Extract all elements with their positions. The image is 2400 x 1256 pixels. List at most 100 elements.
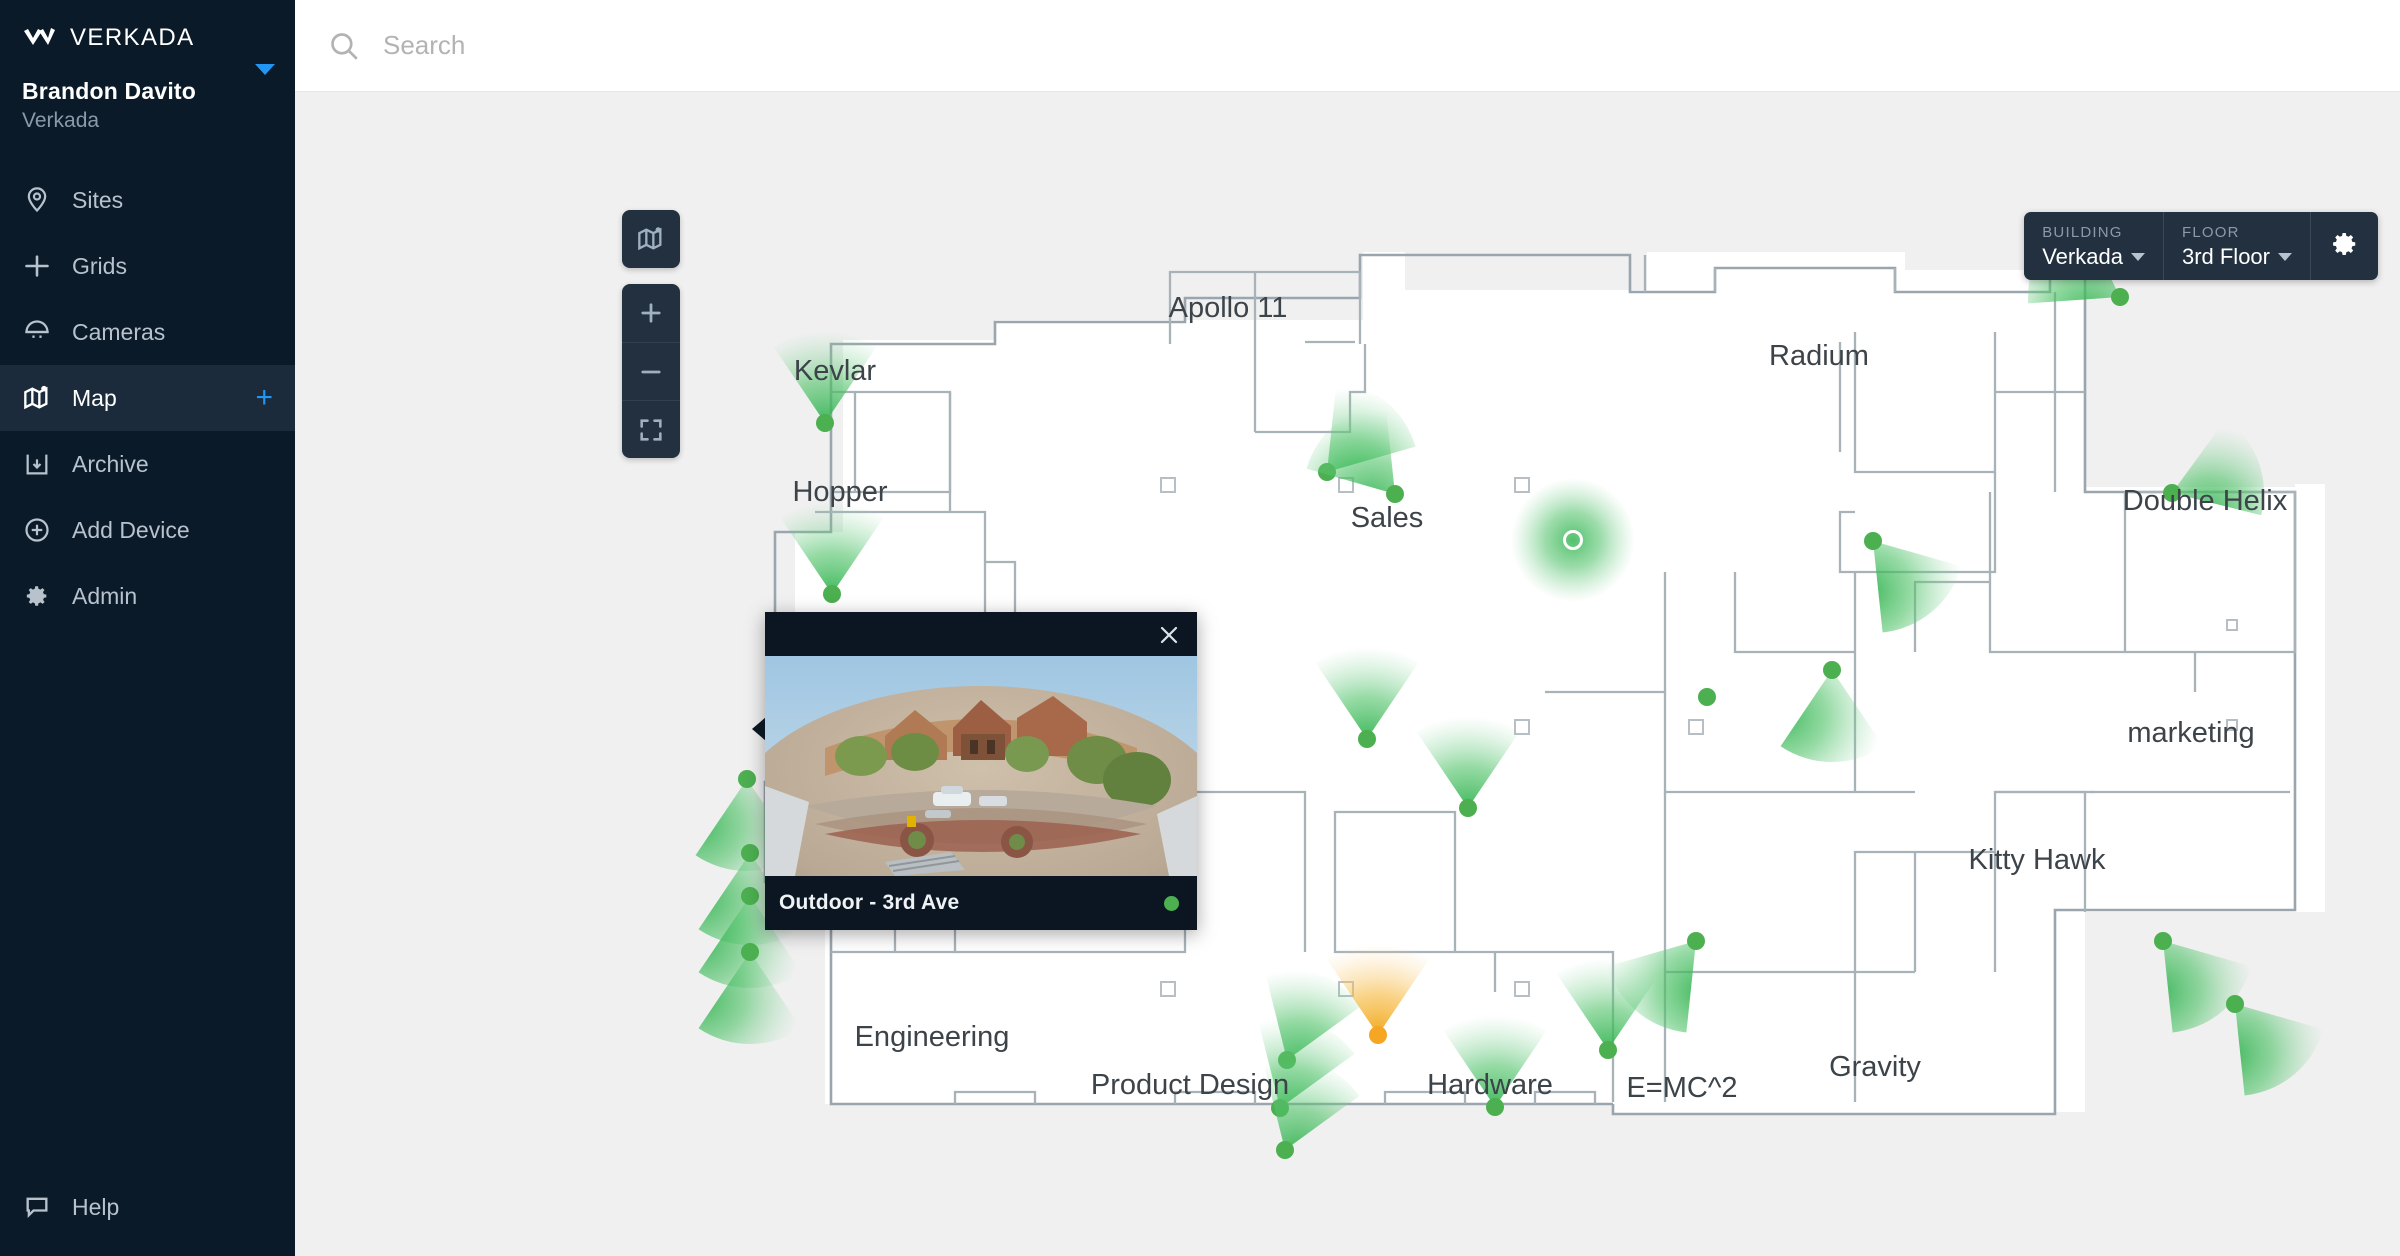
room-label: E=MC^2 <box>1626 1072 1737 1104</box>
search-bar <box>295 0 2400 92</box>
floor-label: FLOOR <box>2181 223 2240 241</box>
fullscreen-button[interactable] <box>622 400 680 458</box>
sidebar-item-map[interactable]: Map + <box>0 365 295 431</box>
sidebar-item-grids[interactable]: Grids <box>0 233 295 299</box>
sidebar-item-archive[interactable]: Archive <box>0 431 295 497</box>
camera-dot[interactable] <box>1459 799 1477 817</box>
camera-dot[interactable] <box>823 585 841 603</box>
camera-dot[interactable] <box>1698 688 1716 706</box>
gear-icon <box>2330 229 2360 264</box>
camera-dot[interactable] <box>1687 932 1705 950</box>
plus-circle-icon <box>22 515 52 545</box>
status-badge <box>1164 895 1179 911</box>
building-value-text: Verkada <box>2042 243 2123 269</box>
camera-marker[interactable] <box>2214 979 2336 1099</box>
building-selector[interactable]: BUILDING Verkada <box>2024 212 2163 280</box>
camera-dot[interactable] <box>738 770 756 788</box>
user-menu[interactable]: Brandon Davito Verkada <box>0 56 295 133</box>
folded-map-icon <box>22 383 52 413</box>
sidebar-item-label: Add Device <box>72 516 190 543</box>
room-label: Kevlar <box>794 355 877 387</box>
map-pin-icon <box>22 185 52 215</box>
room-label: Radium <box>1769 340 1869 372</box>
room-label: Hardware <box>1427 1069 1553 1101</box>
camera-dot[interactable] <box>1599 1041 1617 1059</box>
camera-popup[interactable]: Outdoor - 3rd Ave <box>752 612 1197 930</box>
camera-dot[interactable] <box>1369 1026 1387 1044</box>
camera-dot[interactable] <box>2226 995 2244 1013</box>
camera-dot[interactable] <box>1276 1141 1294 1159</box>
zoom-out-button[interactable] <box>622 342 680 400</box>
camera-dot[interactable] <box>1358 730 1376 748</box>
room-label: Gravity <box>1829 1051 1921 1083</box>
map-layer-button[interactable] <box>622 210 680 268</box>
building-floor-bar: BUILDING Verkada FLOOR 3rd Floor <box>2024 212 2378 280</box>
room-label: marketing <box>2127 717 2254 749</box>
camera-thumbnail[interactable] <box>765 656 1197 876</box>
floor-value-text: 3rd Floor <box>2181 243 2270 269</box>
main-area: Kevlar Hopper Apollo 11 Sales Radium Double H… <box>295 0 2400 1256</box>
search-input[interactable] <box>383 30 1083 61</box>
dome-camera-icon <box>22 317 52 347</box>
sidebar-item-label: Sites <box>72 186 124 213</box>
camera-name: Outdoor - 3rd Ave <box>779 891 960 914</box>
room-label: Kitty Hawk <box>1969 844 2106 876</box>
sidebar-nav: Sites Grids Cameras Map + Archive Add De… <box>0 167 295 629</box>
sidebar: VERKADA Brandon Davito Verkada Sites Gri… <box>0 0 295 1256</box>
gear-icon <box>22 581 52 611</box>
caret-down-icon[interactable] <box>255 64 275 75</box>
sidebar-item-admin[interactable]: Admin <box>0 563 295 629</box>
zoom-controls <box>622 284 680 458</box>
sidebar-item-label: Admin <box>72 582 138 609</box>
plus-icon[interactable]: + <box>255 383 273 413</box>
map-settings-button[interactable] <box>2310 212 2378 280</box>
room-label: Double Helix <box>2123 485 2288 517</box>
sidebar-item-label: Cameras <box>72 318 166 345</box>
map-canvas[interactable]: Kevlar Hopper Apollo 11 Sales Radium Double H… <box>295 92 2400 1256</box>
popup-header <box>765 612 1197 656</box>
room-label: Apollo 11 <box>1169 292 1288 324</box>
sidebar-item-cameras[interactable]: Cameras <box>0 299 295 365</box>
zoom-in-button[interactable] <box>622 284 680 342</box>
room-label: Engineering <box>855 1021 1010 1053</box>
camera-dot[interactable] <box>2111 288 2129 306</box>
sidebar-item-label: Grids <box>72 252 127 279</box>
floor-value: 3rd Floor <box>2182 244 2292 270</box>
camera-dot[interactable] <box>741 887 759 905</box>
chat-bubble-icon <box>22 1192 52 1222</box>
user-name: Brandon Davito <box>22 78 197 104</box>
sidebar-item-sites[interactable]: Sites <box>0 167 295 233</box>
floor-selector[interactable]: FLOOR 3rd Floor <box>2162 212 2310 280</box>
sidebar-item-help[interactable]: Help <box>0 1182 119 1232</box>
sidebar-item-label: Help <box>72 1193 120 1220</box>
app-root: VERKADA Brandon Davito Verkada Sites Gri… <box>0 0 2400 1256</box>
popup-footer: Outdoor - 3rd Ave <box>765 876 1197 930</box>
sidebar-item-add-device[interactable]: Add Device <box>0 497 295 563</box>
camera-dot[interactable] <box>1864 532 1882 550</box>
camera-dot[interactable] <box>1386 485 1404 503</box>
camera-marker[interactable] <box>1698 688 1716 706</box>
building-label: BUILDING <box>2042 223 2123 241</box>
brand[interactable]: VERKADA <box>0 0 295 56</box>
grid-plus-icon <box>22 251 52 281</box>
building-value: Verkada <box>2042 244 2145 270</box>
camera-dot[interactable] <box>2154 932 2172 950</box>
chevron-down-icon[interactable] <box>2130 252 2145 261</box>
camera-dot[interactable] <box>1823 661 1841 679</box>
sidebar-item-label: Map <box>72 384 117 411</box>
camera-dot[interactable] <box>816 414 834 432</box>
chevron-down-icon[interactable] <box>2278 252 2292 261</box>
close-icon[interactable] <box>1155 621 1183 649</box>
archive-box-icon <box>22 449 52 479</box>
popup-pointer-arrow <box>752 717 766 741</box>
sidebar-item-label: Archive <box>72 450 149 477</box>
folded-map-icon[interactable] <box>622 210 680 268</box>
camera-dot[interactable] <box>741 844 759 862</box>
search-icon <box>327 29 361 63</box>
room-label: Hopper <box>792 476 887 508</box>
camera-dot[interactable] <box>741 943 759 961</box>
camera-marker[interactable] <box>1511 478 1635 602</box>
camera-fov-fisheye <box>1511 478 1635 602</box>
room-label: Sales <box>1351 502 1424 534</box>
user-org: Verkada <box>22 109 100 132</box>
